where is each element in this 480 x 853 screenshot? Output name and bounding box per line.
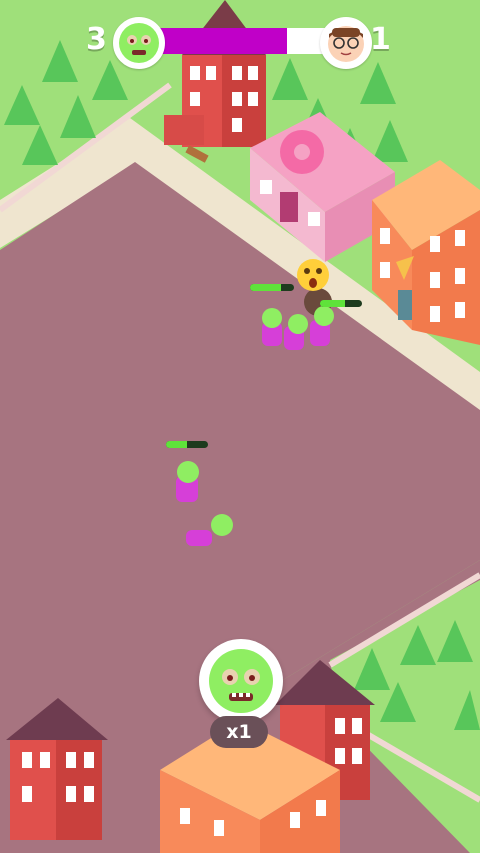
human-avatar (320, 17, 372, 69)
group-health-bar (250, 284, 294, 291)
zombie (262, 308, 282, 346)
human-face-icon (328, 26, 364, 62)
infection-progress-bar (142, 28, 338, 54)
group-health-bar (320, 300, 362, 307)
zombie-spawn-button[interactable] (199, 639, 283, 723)
zombie-walking[interactable] (176, 461, 199, 502)
human-score: 1 (370, 22, 391, 57)
zombie-health-bar (166, 441, 208, 448)
zombie-health-fill (166, 441, 187, 448)
zombie-score: 3 (86, 22, 107, 57)
zombie-multiplier-label: x1 (210, 716, 268, 748)
top-hud: 3 1 (0, 0, 480, 90)
zombie-avatar (113, 17, 165, 69)
zombie-face-icon (119, 23, 159, 63)
group-health-fill-2 (320, 300, 346, 307)
group-health-fill-1 (250, 284, 281, 291)
zombie-face-icon (209, 649, 273, 713)
